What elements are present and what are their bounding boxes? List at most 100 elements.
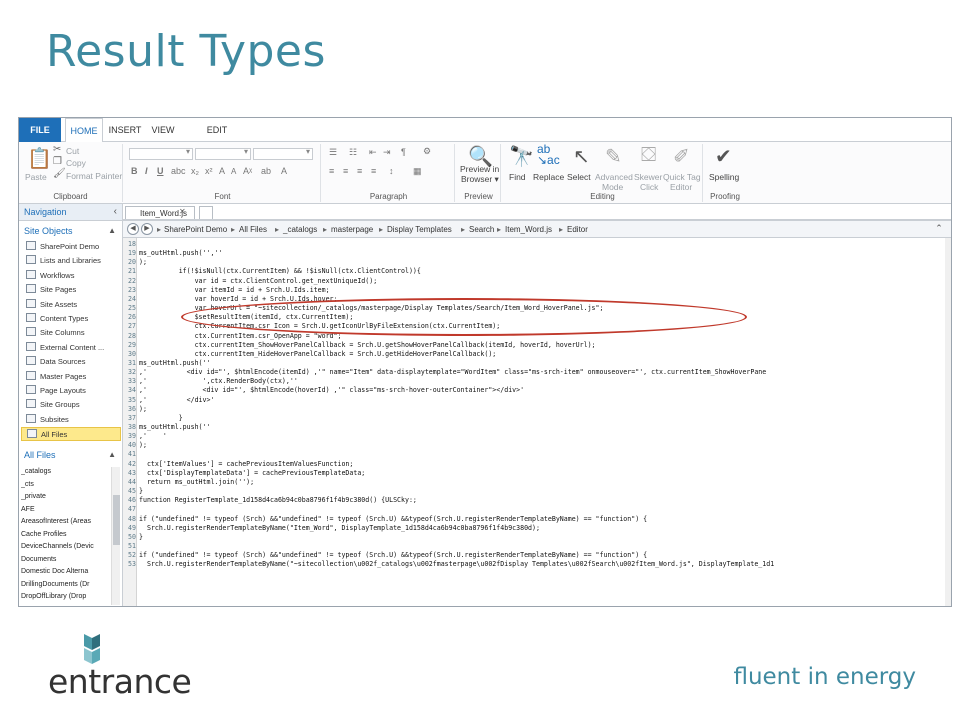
paste-button[interactable]: Paste (25, 172, 47, 182)
breadcrumb-item[interactable]: masterpage (331, 225, 373, 234)
superscript-icon[interactable]: x² (205, 166, 213, 176)
replace-icon[interactable]: ab ↘ac (537, 143, 560, 166)
site-objects-caret-icon[interactable]: ▲ (108, 226, 116, 235)
spelling-icon[interactable]: ✔ (715, 144, 732, 169)
copy-button[interactable]: Copy (66, 158, 86, 168)
list-item[interactable]: AFE (21, 504, 109, 516)
list-item[interactable]: Cache Profiles (21, 529, 109, 541)
list-item[interactable]: DropOffLibrary (Drop (21, 591, 109, 603)
sidebar-item[interactable]: Site Groups (21, 398, 121, 412)
style-combo[interactable] (253, 147, 313, 160)
sidebar-item[interactable]: Page Layouts (21, 384, 121, 398)
increase-indent-icon[interactable]: ⇥ (383, 147, 391, 158)
replace-button[interactable]: Replace (533, 172, 564, 182)
list-item[interactable]: Documents (21, 554, 109, 566)
list-item[interactable]: Domestic Doc Alterna (21, 566, 109, 578)
breadcrumb-item[interactable]: Editor (567, 225, 588, 234)
quick-tag-icon[interactable]: ✐ (673, 144, 690, 169)
decrease-indent-icon[interactable]: ⇤ (369, 147, 377, 158)
tab-insert[interactable]: INSERT (107, 118, 143, 142)
highlight-icon[interactable]: ab (261, 166, 271, 176)
clear-format-icon[interactable]: Aᵡ (243, 166, 252, 176)
editor-scrollbar[interactable] (945, 238, 951, 606)
bullets-icon[interactable]: ☰ (329, 147, 337, 158)
sidebar-item[interactable]: Site Pages (21, 283, 121, 297)
underline-icon[interactable]: U (157, 166, 164, 176)
paste-icon[interactable]: 📋 (27, 146, 52, 171)
breadcrumb-item[interactable]: All Files (239, 225, 267, 234)
cut-button[interactable]: Cut (66, 146, 79, 156)
sidebar-item[interactable]: Data Sources (21, 355, 121, 369)
align-right-icon[interactable]: ≡ (357, 166, 362, 176)
list-item[interactable]: _cts (21, 479, 109, 491)
new-tab-button[interactable] (199, 206, 213, 220)
font-size-combo[interactable] (195, 147, 251, 160)
copy-icon[interactable]: ❐ (53, 156, 62, 167)
justify-icon[interactable]: ≡ (371, 166, 376, 176)
sidebar-item[interactable]: Site Columns (21, 326, 121, 340)
pilcrow-icon[interactable]: ¶ (401, 147, 406, 157)
breadcrumb-item[interactable]: Search (469, 225, 494, 234)
tab-file[interactable]: FILE (19, 118, 61, 142)
list-item[interactable]: _private (21, 491, 109, 503)
align-center-icon[interactable]: ≡ (343, 166, 348, 176)
font-family-combo[interactable] (129, 147, 193, 160)
select-button[interactable]: Select (567, 172, 591, 182)
list-item[interactable]: DrillingDocuments (Dr (21, 579, 109, 591)
expand-icon[interactable]: ⌃ (933, 223, 945, 235)
sidebar-item[interactable]: Content Types (21, 312, 121, 326)
italic-icon[interactable]: I (145, 166, 148, 176)
sidebar-item[interactable]: SharePoint Demo (21, 240, 121, 254)
borders-icon[interactable]: ▦ (413, 166, 422, 177)
close-tab-icon[interactable]: ✕ (179, 207, 186, 216)
tab-view[interactable]: VIEW (147, 118, 179, 142)
bold-icon[interactable]: B (131, 166, 138, 176)
format-painter-button[interactable]: Format Painter (66, 171, 122, 181)
spell-icon[interactable]: ⚙ (423, 146, 431, 157)
sidebar-item[interactable]: Site Assets (21, 298, 121, 312)
collapse-chevron-icon[interactable]: ‹ (114, 206, 117, 217)
list-item[interactable]: _catalogs (21, 466, 109, 478)
line-spacing-icon[interactable]: ↕ (389, 166, 394, 176)
sidebar-item[interactable]: Lists and Libraries (21, 254, 121, 268)
cut-icon[interactable]: ✂ (53, 144, 61, 155)
back-icon[interactable]: ◀ (127, 223, 139, 235)
numbering-icon[interactable]: ☷ (349, 147, 357, 158)
code-editor[interactable]: 18 19 ms_outHtml.push('','' 20); 21 if(!$isN… (123, 238, 951, 606)
subscript-icon[interactable]: x₂ (191, 166, 199, 176)
align-left-icon[interactable]: ≡ (329, 166, 334, 176)
shrink-font-icon[interactable]: A (231, 167, 236, 176)
skewer-click-icon[interactable]: ⛋ (641, 144, 656, 167)
format-painter-icon[interactable]: 🖌 (53, 168, 66, 179)
strikethrough-icon[interactable]: abc (171, 166, 186, 176)
spelling-button[interactable]: Spelling (709, 172, 739, 182)
find-button[interactable]: Find (509, 172, 526, 182)
skewer-click-button[interactable]: Skewer (634, 172, 662, 182)
find-icon[interactable]: 🔭 (509, 144, 534, 169)
advanced-mode-icon[interactable]: ✎ (605, 144, 622, 169)
sidebar-item[interactable]: Workflows (21, 269, 121, 283)
list-item[interactable]: AreasofInterest (Areas (21, 516, 109, 528)
breadcrumb-item[interactable]: Item_Word.js (505, 225, 552, 234)
tab-edit[interactable]: EDIT (199, 118, 235, 142)
all-files-caret-icon[interactable]: ▲ (108, 450, 116, 459)
font-color-icon[interactable]: A (281, 166, 287, 176)
breadcrumb-item[interactable]: SharePoint Demo (164, 225, 227, 234)
nav-scrollbar[interactable] (111, 467, 120, 605)
breadcrumb-item[interactable]: _catalogs (283, 225, 317, 234)
quick-tag-editor-button[interactable]: Quick Tag (663, 172, 701, 182)
preview-in-browser-button[interactable]: Preview in (460, 164, 499, 174)
grow-font-icon[interactable]: A (219, 166, 225, 176)
select-cursor-icon[interactable]: ↖ (573, 144, 590, 169)
sidebar-item[interactable]: Subsites (21, 413, 121, 427)
breadcrumb-item[interactable]: Display Templates (387, 225, 452, 234)
forward-icon[interactable]: ▶ (141, 223, 153, 235)
nav-scrollbar-thumb[interactable] (113, 495, 120, 545)
site-objects-header[interactable]: Site Objects (24, 226, 73, 236)
sidebar-item[interactable]: Master Pages (21, 370, 121, 384)
sidebar-item[interactable]: All Files (21, 427, 121, 442)
tab-home[interactable]: HOME (65, 118, 103, 143)
all-files-header[interactable]: All Files (24, 450, 56, 460)
list-item[interactable]: DeviceChannels (Devic (21, 541, 109, 553)
advanced-mode-button[interactable]: Advanced (595, 172, 633, 182)
